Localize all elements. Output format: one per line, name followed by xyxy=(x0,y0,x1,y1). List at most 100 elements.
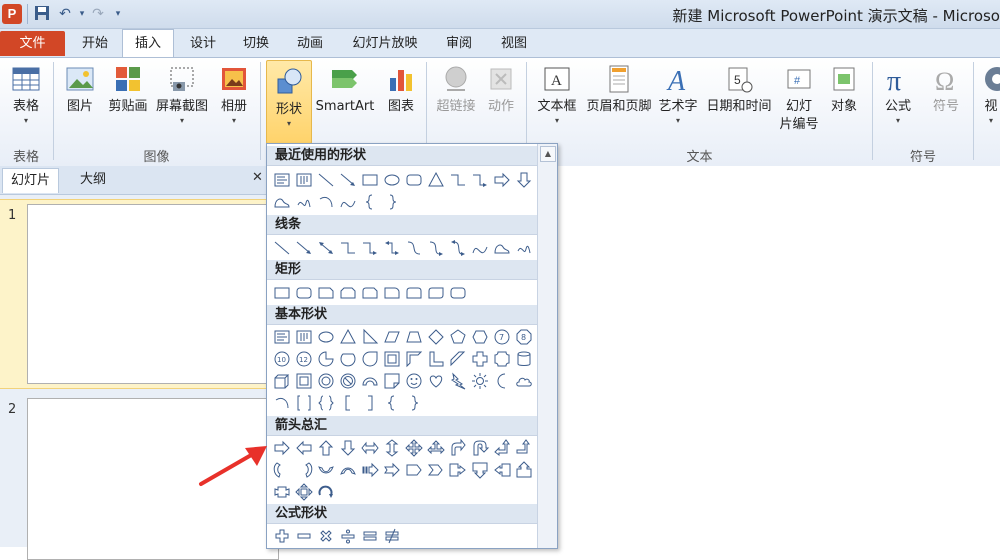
tab-review[interactable]: 审阅 xyxy=(441,33,477,55)
shape-rect-icon[interactable] xyxy=(359,169,381,191)
shape-arrowline-icon[interactable] xyxy=(293,237,315,259)
shape-elbowdbl-icon[interactable] xyxy=(381,237,403,259)
shape-pie-icon[interactable] xyxy=(315,348,337,370)
shape-snip2-icon[interactable] xyxy=(337,282,359,304)
date-time-button[interactable]: 5 日期和时间 xyxy=(704,64,774,116)
shape-udarrow-icon[interactable] xyxy=(381,437,403,459)
shape-elbowarrow-icon[interactable] xyxy=(469,169,491,191)
tab-outline[interactable]: 大纲 xyxy=(72,168,114,192)
shape-curveddown-icon[interactable] xyxy=(337,459,359,481)
shape-lshape-icon[interactable] xyxy=(425,348,447,370)
shape-curvedconn-icon[interactable] xyxy=(403,237,425,259)
shape-elbowarrow-icon[interactable] xyxy=(359,237,381,259)
shape-diamond-icon[interactable] xyxy=(425,326,447,348)
shape-downarrow-icon[interactable] xyxy=(513,169,535,191)
shape-bracepair-icon[interactable] xyxy=(315,392,337,414)
slide-number-button[interactable]: # 幻灯 片编号 xyxy=(778,64,820,134)
shape-halfframe-icon[interactable] xyxy=(403,348,425,370)
shape-divide-icon[interactable] xyxy=(337,525,359,547)
shape-curve-icon[interactable] xyxy=(469,237,491,259)
shape-quadcallout-icon[interactable] xyxy=(293,481,315,503)
save-icon[interactable] xyxy=(32,5,52,23)
shape-round1-icon[interactable] xyxy=(381,282,403,304)
shape-bevel-icon[interactable] xyxy=(293,370,315,392)
shape-diagstripe-icon[interactable] xyxy=(447,348,469,370)
shape-nosymbol-icon[interactable] xyxy=(337,370,359,392)
shape-plaque-icon[interactable] xyxy=(491,348,513,370)
symbol-button[interactable]: Ω 符号 xyxy=(928,64,964,116)
shape-blockarc-icon[interactable] xyxy=(359,370,381,392)
shape-triangle-icon[interactable] xyxy=(425,169,447,191)
customize-icon[interactable]: ▾ xyxy=(108,5,128,23)
header-footer-button[interactable]: 页眉和页脚 xyxy=(583,64,655,116)
photo-album-button[interactable]: 相册 ▾ xyxy=(217,64,251,126)
powerpoint-app-icon[interactable]: P xyxy=(2,4,22,24)
gallery-scrollbar[interactable]: ▲ xyxy=(537,144,557,548)
shape-rect-icon[interactable] xyxy=(271,282,293,304)
shape-snipround-icon[interactable] xyxy=(359,282,381,304)
shape-notequal-icon[interactable] xyxy=(381,525,403,547)
shape-uparrow-icon[interactable] xyxy=(315,437,337,459)
shape-lupbent-icon[interactable] xyxy=(491,437,513,459)
slide-thumbnail[interactable] xyxy=(27,204,279,384)
shape-teardrop-icon[interactable] xyxy=(359,348,381,370)
table-button[interactable]: 表格 ▾ xyxy=(6,64,46,126)
shape-downcallout-icon[interactable] xyxy=(469,459,491,481)
shape-pentagon-icon[interactable] xyxy=(447,326,469,348)
shape-line-icon[interactable] xyxy=(271,237,293,259)
shape-line-icon[interactable] xyxy=(315,169,337,191)
hyperlink-button[interactable]: 超链接 xyxy=(433,64,479,116)
tab-slideshow[interactable]: 幻灯片放映 xyxy=(346,33,424,55)
shape-textbox-icon[interactable] xyxy=(271,169,293,191)
shape-upcallout-icon[interactable] xyxy=(513,459,535,481)
shape-decagon-icon[interactable]: 10 xyxy=(271,348,293,370)
shape-freeform-icon[interactable] xyxy=(491,237,513,259)
shape-lbracket-icon[interactable] xyxy=(337,392,359,414)
scroll-up-icon[interactable]: ▲ xyxy=(540,146,556,162)
shape-moon-icon[interactable] xyxy=(491,370,513,392)
smartart-button[interactable]: SmartArt xyxy=(314,64,376,116)
shape-vtextbox-icon[interactable] xyxy=(293,169,315,191)
shape-lightning-icon[interactable] xyxy=(447,370,469,392)
tab-home[interactable]: 开始 xyxy=(77,33,113,55)
tab-insert[interactable]: 插入 xyxy=(122,29,174,58)
shape-donut-icon[interactable] xyxy=(315,370,337,392)
shape-arrowline-icon[interactable] xyxy=(337,169,359,191)
shape-heart-icon[interactable] xyxy=(425,370,447,392)
shape-round3-icon[interactable] xyxy=(425,282,447,304)
tab-slides[interactable]: 幻灯片 xyxy=(2,168,60,193)
shape-circulararrow-icon[interactable] xyxy=(315,481,337,503)
shape-vtextbox-icon[interactable] xyxy=(293,326,315,348)
shape-rtriangle-icon[interactable] xyxy=(359,326,381,348)
close-icon[interactable]: ✕ xyxy=(252,170,263,185)
shape-downarrow-icon[interactable] xyxy=(337,437,359,459)
shape-curve-icon[interactable] xyxy=(337,191,359,213)
shape-rbracket-icon[interactable] xyxy=(359,392,381,414)
shape-elbow-icon[interactable] xyxy=(337,237,359,259)
shape-lrudarrow-icon[interactable] xyxy=(425,437,447,459)
shape-roundrect-icon[interactable] xyxy=(293,282,315,304)
shape-chord-icon[interactable] xyxy=(337,348,359,370)
shape-minus-icon[interactable] xyxy=(293,525,315,547)
shape-scribble-icon[interactable] xyxy=(293,191,315,213)
tab-view[interactable]: 视图 xyxy=(496,33,532,55)
equation-button[interactable]: π 公式 ▾ xyxy=(880,64,916,126)
shape-lbrace-icon[interactable] xyxy=(381,392,403,414)
chart-button[interactable]: 图表 xyxy=(384,64,418,116)
shape-curvedconnarrow-icon[interactable] xyxy=(425,237,447,259)
shape-lbrace-icon[interactable] xyxy=(359,191,381,213)
shape-bentarrow-icon[interactable] xyxy=(447,437,469,459)
shape-roundrect-icon[interactable] xyxy=(447,282,469,304)
shape-plus-icon[interactable] xyxy=(271,525,293,547)
shape-rbrace-icon[interactable] xyxy=(403,392,425,414)
shape-leftarrow-icon[interactable] xyxy=(293,437,315,459)
slide-thumbnail-row[interactable]: 1 xyxy=(0,199,279,389)
shape-foldedcorner-icon[interactable] xyxy=(381,370,403,392)
tab-file[interactable]: 文件 xyxy=(0,31,65,56)
tab-design[interactable]: 设计 xyxy=(185,33,221,55)
shape-rbrace-icon[interactable] xyxy=(381,191,403,213)
shape-rightcallout-icon[interactable] xyxy=(447,459,469,481)
tab-animations[interactable]: 动画 xyxy=(292,33,328,55)
shape-curvedconndbl-icon[interactable] xyxy=(447,237,469,259)
shape-curvedup-icon[interactable] xyxy=(315,459,337,481)
